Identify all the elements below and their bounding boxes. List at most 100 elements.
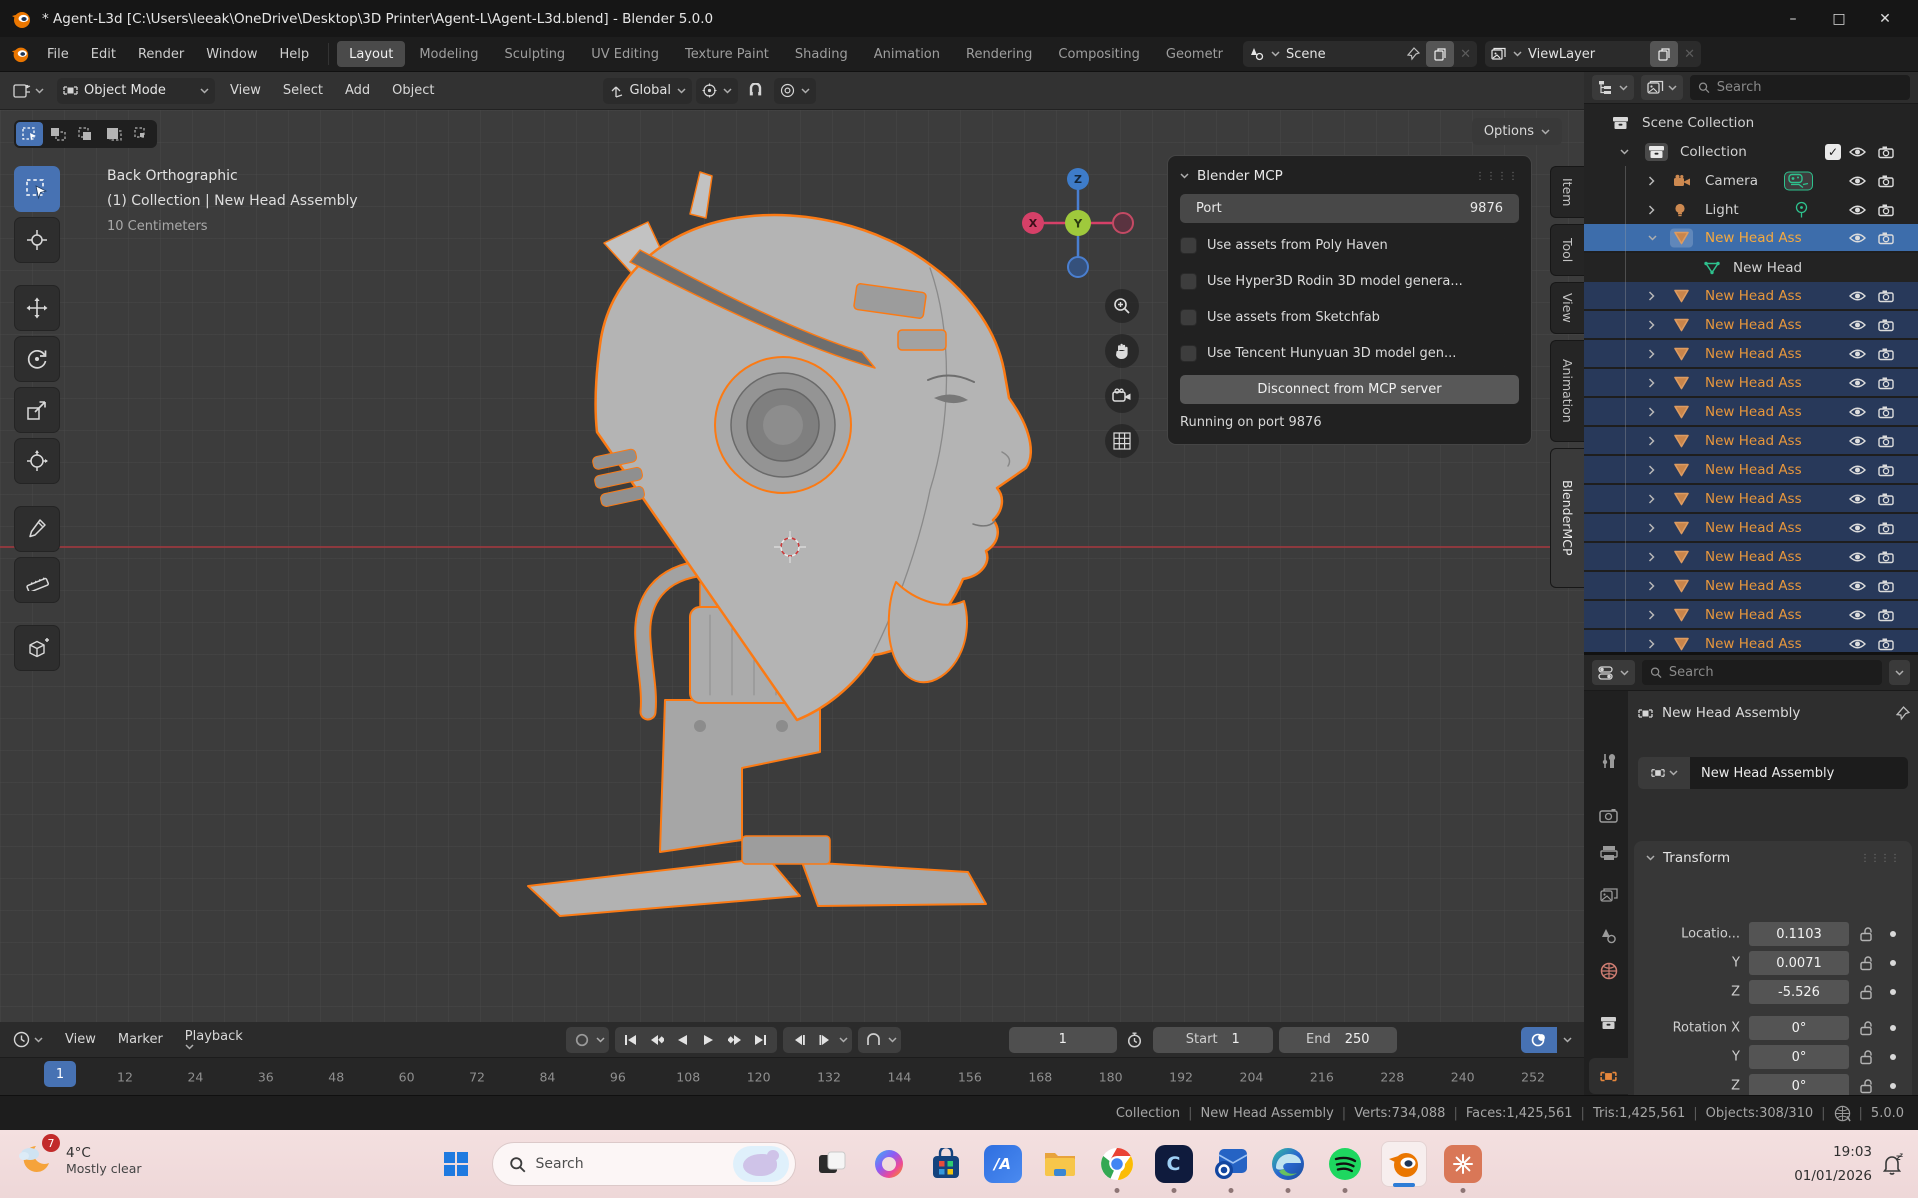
expand-icon[interactable] bbox=[1648, 465, 1655, 475]
expand-icon[interactable] bbox=[1648, 523, 1655, 533]
workspace-tab-modeling[interactable]: Modeling bbox=[407, 41, 490, 67]
proportional-edit-dropdown[interactable] bbox=[774, 78, 816, 104]
properties-options-dropdown[interactable] bbox=[1889, 660, 1910, 685]
zoom-button[interactable] bbox=[1105, 289, 1139, 323]
hide-eye-toggle[interactable] bbox=[1849, 348, 1866, 360]
tool-move[interactable] bbox=[14, 285, 60, 331]
taskbar-app-ai-app[interactable]: /A bbox=[982, 1143, 1024, 1185]
disable-render-toggle[interactable] bbox=[1878, 608, 1894, 621]
properties-tab-object[interactable] bbox=[1589, 1058, 1628, 1094]
workspace-tab-sculpting[interactable]: Sculpting bbox=[492, 41, 577, 67]
outliner-row[interactable]: New Head Ass bbox=[1584, 630, 1918, 652]
transform-value-field[interactable]: 0° bbox=[1749, 1045, 1849, 1069]
properties-editor-type-icon[interactable] bbox=[1592, 660, 1635, 685]
current-frame-field[interactable]: 1 bbox=[1009, 1027, 1117, 1053]
tool-scale[interactable] bbox=[14, 387, 60, 433]
workspace-tab-animation[interactable]: Animation bbox=[862, 41, 952, 67]
tool-select-box[interactable] bbox=[14, 166, 60, 212]
viewport-menu-add[interactable]: Add bbox=[334, 83, 381, 98]
animate-dot[interactable] bbox=[1890, 960, 1896, 966]
properties-tab-collection[interactable] bbox=[1589, 1005, 1628, 1041]
tool-rotate[interactable] bbox=[14, 336, 60, 382]
outliner-search-input[interactable] bbox=[1717, 80, 1902, 95]
panel-drag-dots[interactable]: ⋮⋮⋮⋮ bbox=[1475, 171, 1519, 182]
hide-eye-toggle[interactable] bbox=[1849, 609, 1866, 621]
hide-eye-toggle[interactable] bbox=[1849, 435, 1866, 447]
tool-annotate[interactable] bbox=[14, 506, 60, 552]
disable-render-toggle[interactable] bbox=[1878, 579, 1894, 592]
do-not-disturb-bell-icon[interactable]: zz bbox=[1880, 1152, 1904, 1176]
taskbar-app-task-view[interactable] bbox=[811, 1143, 853, 1185]
expand-icon[interactable] bbox=[1648, 378, 1655, 388]
outliner-row[interactable]: New Head Ass bbox=[1584, 456, 1918, 485]
disconnect-mcp-button[interactable]: Disconnect from MCP server bbox=[1180, 375, 1519, 404]
viewport-menu-view[interactable]: View bbox=[219, 83, 272, 98]
blender-menu-icon[interactable] bbox=[10, 44, 30, 64]
outliner-row[interactable]: Collection✓ bbox=[1584, 137, 1918, 166]
camera-data-icon[interactable] bbox=[1784, 171, 1813, 190]
transform-value-field[interactable]: -5.526 bbox=[1749, 980, 1849, 1004]
light-data-icon[interactable] bbox=[1794, 201, 1809, 218]
record-button[interactable] bbox=[570, 1029, 594, 1051]
tool-measure[interactable] bbox=[14, 557, 60, 603]
outliner-row[interactable]: New Head Ass bbox=[1584, 311, 1918, 340]
taskbar-app-copilot[interactable] bbox=[868, 1143, 910, 1185]
disable-render-toggle[interactable] bbox=[1878, 289, 1894, 302]
next-keyframe-button[interactable] bbox=[723, 1029, 747, 1051]
gizmo-x-neg-axis[interactable] bbox=[1113, 213, 1133, 233]
workspace-tab-layout[interactable]: Layout bbox=[337, 41, 405, 67]
taskbar-app-chrome[interactable] bbox=[1096, 1143, 1138, 1185]
hide-eye-toggle[interactable] bbox=[1849, 580, 1866, 592]
taskbar-app-clipchamp[interactable]: C bbox=[1153, 1143, 1195, 1185]
hide-eye-toggle[interactable] bbox=[1849, 493, 1866, 505]
playhead[interactable]: 1 bbox=[44, 1061, 76, 1087]
lock-icon[interactable] bbox=[1860, 1021, 1873, 1036]
sidebar-tab-item[interactable]: Item bbox=[1550, 166, 1584, 218]
expand-icon[interactable] bbox=[1648, 610, 1655, 620]
animate-dot[interactable] bbox=[1890, 1054, 1896, 1060]
properties-tab-world[interactable] bbox=[1589, 953, 1628, 989]
select-mode-intersect[interactable] bbox=[128, 122, 155, 146]
timeline-editor-type-icon[interactable] bbox=[8, 1027, 48, 1053]
taskbar-app-file-explorer[interactable] bbox=[1039, 1143, 1081, 1185]
outliner-row[interactable]: New Head Ass bbox=[1584, 514, 1918, 543]
outliner-display-mode-icon[interactable] bbox=[1641, 75, 1683, 100]
hide-eye-toggle[interactable] bbox=[1849, 406, 1866, 418]
taskbar-clock[interactable]: 19:03 01/01/2026 bbox=[1794, 1140, 1872, 1188]
snap-magnet-icon[interactable] bbox=[742, 78, 770, 104]
outliner-row[interactable]: New Head Ass bbox=[1584, 543, 1918, 572]
select-mode-subtract[interactable] bbox=[72, 122, 99, 146]
disable-render-toggle[interactable] bbox=[1878, 550, 1894, 563]
object-name-field[interactable]: New Head Assembly bbox=[1690, 757, 1908, 789]
properties-tab-tool[interactable] bbox=[1589, 743, 1628, 779]
select-mode-invert[interactable] bbox=[100, 122, 127, 146]
mode-dropdown[interactable]: Object Mode bbox=[57, 78, 215, 104]
checkbox-unchecked[interactable] bbox=[1180, 273, 1197, 290]
hide-eye-toggle[interactable] bbox=[1849, 232, 1866, 244]
taskbar-search-input[interactable] bbox=[536, 1156, 723, 1172]
disable-render-toggle[interactable] bbox=[1878, 347, 1894, 360]
outliner-search[interactable] bbox=[1690, 75, 1910, 100]
taskbar-app-store[interactable] bbox=[925, 1143, 967, 1185]
menu-window[interactable]: Window bbox=[195, 42, 268, 66]
timeline-menu-marker[interactable]: Marker bbox=[107, 1032, 174, 1047]
taskbar-app-blender[interactable] bbox=[1381, 1141, 1427, 1187]
workspace-tab-geometr[interactable]: Geometr bbox=[1154, 41, 1235, 67]
workspace-tab-texture-paint[interactable]: Texture Paint bbox=[673, 41, 781, 67]
maximize-button[interactable]: □ bbox=[1816, 4, 1862, 34]
panel-collapse-icon[interactable] bbox=[1646, 855, 1655, 861]
minimize-button[interactable]: – bbox=[1770, 4, 1816, 34]
taskbar-search[interactable] bbox=[492, 1142, 796, 1186]
checkbox-checked[interactable]: ✓ bbox=[1825, 144, 1841, 160]
frame-forward-button[interactable] bbox=[813, 1029, 837, 1051]
disable-render-toggle[interactable] bbox=[1878, 405, 1894, 418]
lock-icon[interactable] bbox=[1860, 927, 1873, 942]
taskbar-app-edge[interactable] bbox=[1267, 1143, 1309, 1185]
outliner-row[interactable]: New Head Ass bbox=[1584, 601, 1918, 630]
timeline-ruler[interactable]: 1 12243648607284961081201321441561681801… bbox=[0, 1058, 1584, 1095]
pin-icon[interactable] bbox=[1407, 47, 1420, 61]
viewlayer-selector[interactable]: ViewLayer ✕ bbox=[1485, 41, 1701, 67]
transform-value-field[interactable]: 0° bbox=[1749, 1074, 1849, 1095]
checkbox-unchecked[interactable] bbox=[1180, 345, 1197, 362]
properties-tab-render[interactable] bbox=[1589, 797, 1628, 833]
